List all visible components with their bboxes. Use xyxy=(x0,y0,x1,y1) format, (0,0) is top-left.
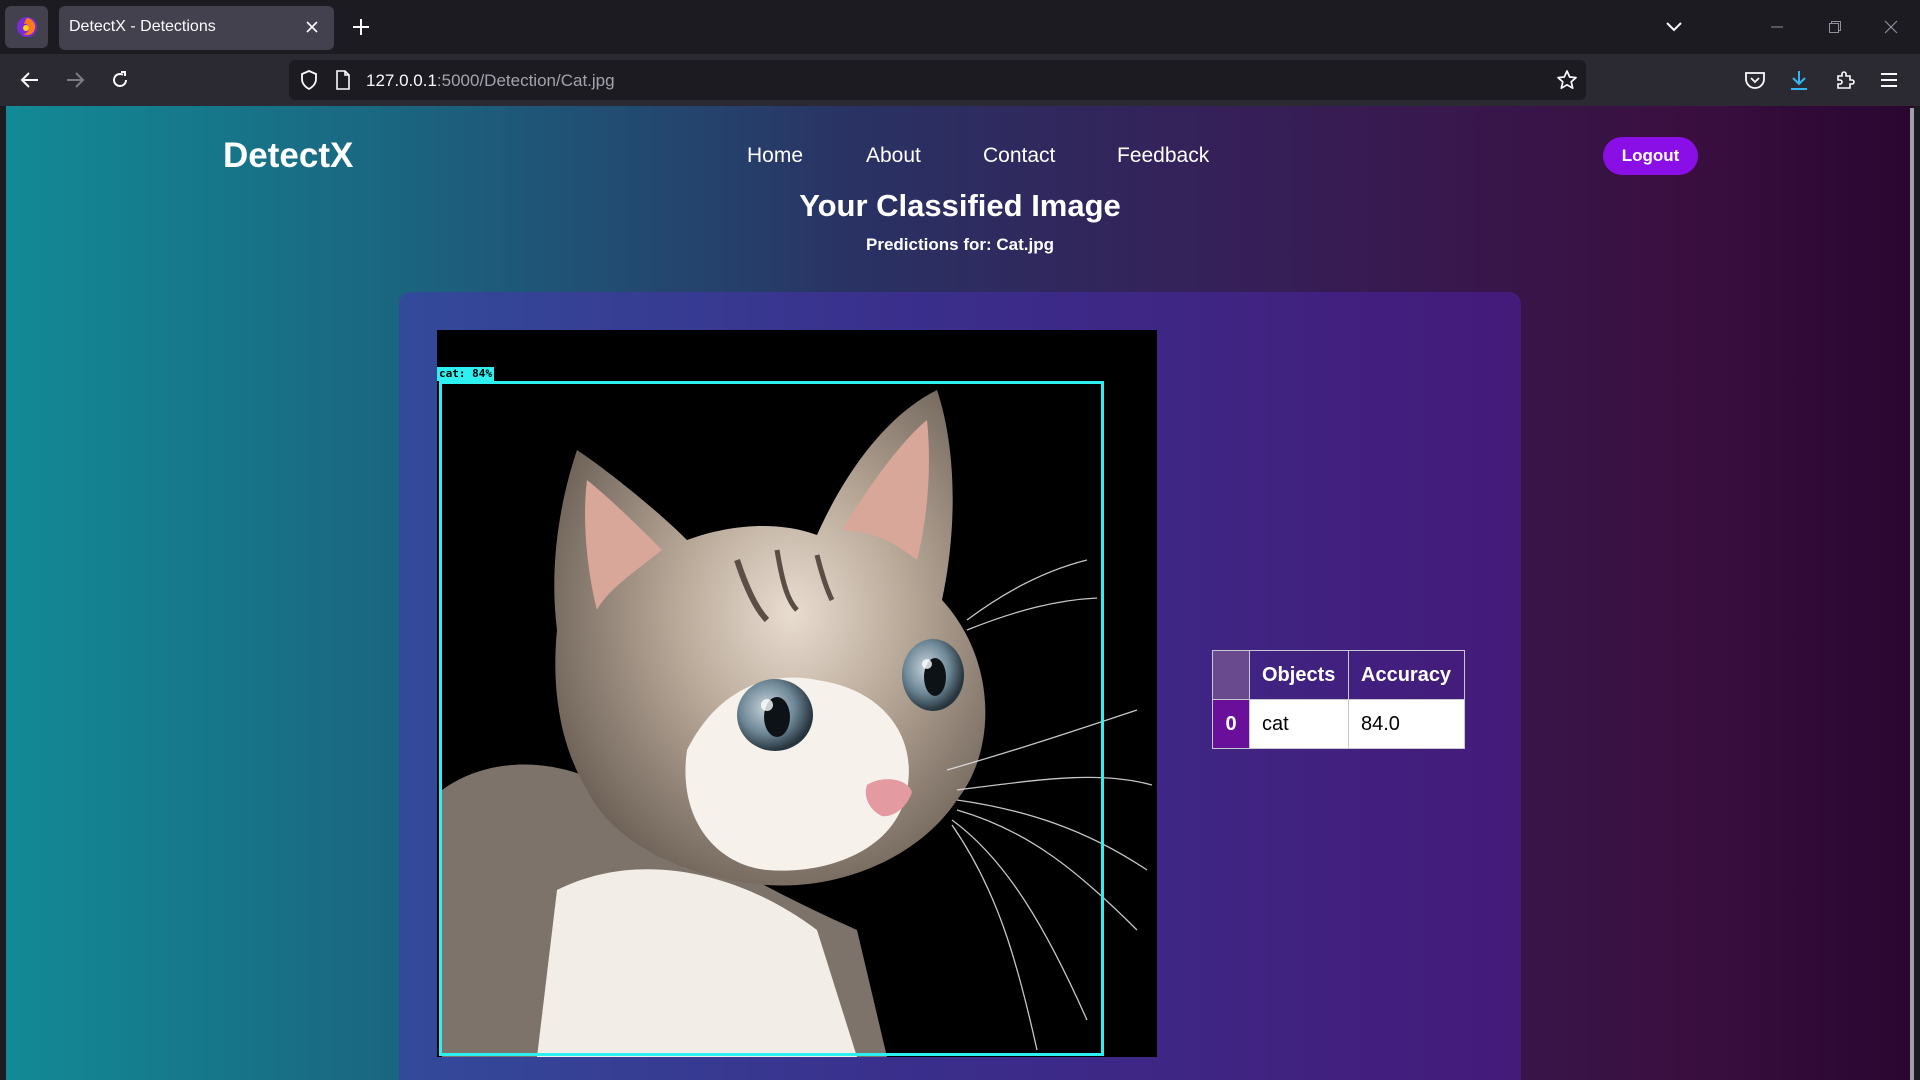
site-brand-logo[interactable]: DetectX xyxy=(223,136,353,176)
hamburger-menu-icon[interactable] xyxy=(1874,65,1904,95)
objects-column-header: Objects xyxy=(1249,650,1349,700)
accuracy-column-header: Accuracy xyxy=(1348,650,1465,700)
window-close-icon[interactable] xyxy=(1876,12,1906,42)
forward-arrow-icon[interactable] xyxy=(60,65,90,95)
url-host: 127.0.0.1 xyxy=(366,71,437,90)
url-path: :5000/Detection/Cat.jpg xyxy=(436,71,615,90)
table-row: 0 cat 84.0 xyxy=(1212,699,1465,749)
reload-icon[interactable] xyxy=(105,65,135,95)
nav-about[interactable]: About xyxy=(866,144,921,168)
predictions-subtitle: Predictions for: Cat.jpg xyxy=(866,235,1054,254)
pocket-icon[interactable] xyxy=(1740,65,1770,95)
row-index: 0 xyxy=(1212,699,1250,749)
address-bar[interactable]: 127.0.0.1:5000/Detection/Cat.jpg xyxy=(289,60,1586,100)
result-card: cat: 84% Objects Accuracy 0 cat 84.0 xyxy=(399,292,1521,1080)
table-header-row: Objects Accuracy xyxy=(1212,650,1465,700)
page-info-icon[interactable] xyxy=(335,70,351,95)
firefox-menu-button[interactable] xyxy=(5,6,48,48)
detection-bounding-box xyxy=(439,381,1104,1056)
browser-tab-strip: DetectX - Detections xyxy=(0,0,1920,54)
firefox-logo-icon xyxy=(16,17,37,37)
tracking-shield-icon[interactable] xyxy=(299,69,319,96)
restore-icon[interactable] xyxy=(1820,12,1850,42)
tab-title: DetectX - Detections xyxy=(69,18,216,35)
browser-toolbar: 127.0.0.1:5000/Detection/Cat.jpg xyxy=(0,54,1920,106)
page-title: Your Classified Image xyxy=(799,188,1121,223)
nav-feedback[interactable]: Feedback xyxy=(1117,144,1209,168)
tab-close-icon[interactable] xyxy=(300,15,324,39)
minimize-icon[interactable] xyxy=(1762,12,1792,42)
index-column-header xyxy=(1212,650,1250,700)
nav-contact[interactable]: Contact xyxy=(983,144,1055,168)
classified-image: cat: 84% xyxy=(437,330,1157,1057)
tab-list-chevron-icon[interactable] xyxy=(1660,14,1688,40)
bookmark-star-icon[interactable] xyxy=(1556,69,1578,96)
browser-tab-active[interactable]: DetectX - Detections xyxy=(59,6,334,50)
row-object: cat xyxy=(1249,699,1349,749)
extensions-puzzle-icon[interactable] xyxy=(1830,65,1860,95)
row-accuracy: 84.0 xyxy=(1348,699,1465,749)
web-page: DetectX Home About Contact Feedback Logo… xyxy=(6,106,1914,1080)
page-scrollbar[interactable] xyxy=(1910,108,1914,1080)
results-table: Objects Accuracy 0 cat 84.0 xyxy=(1212,650,1465,749)
downloads-icon[interactable] xyxy=(1784,65,1814,95)
new-tab-plus-icon[interactable] xyxy=(348,14,374,40)
detection-label: cat: 84% xyxy=(437,367,494,381)
url-text[interactable]: 127.0.0.1:5000/Detection/Cat.jpg xyxy=(366,71,615,91)
logout-button[interactable]: Logout xyxy=(1603,137,1698,175)
back-arrow-icon[interactable] xyxy=(15,65,45,95)
nav-home[interactable]: Home xyxy=(747,144,803,168)
